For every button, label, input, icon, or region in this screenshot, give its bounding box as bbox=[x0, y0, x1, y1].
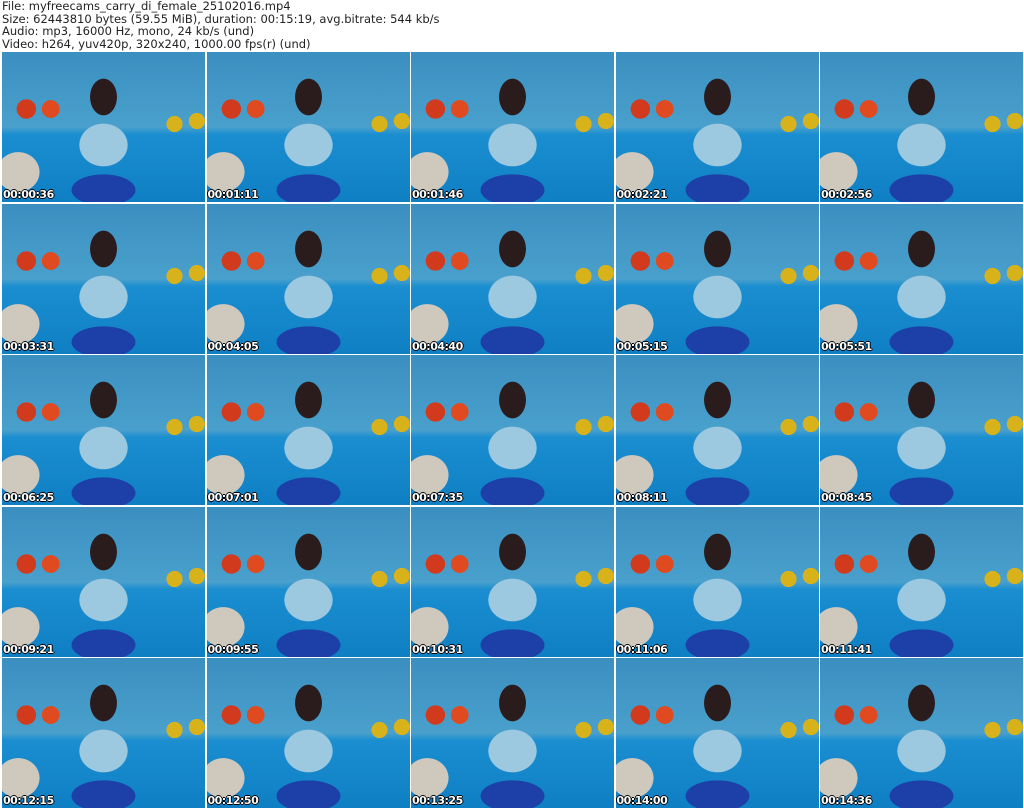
timestamp: 00:08:45 bbox=[821, 491, 872, 504]
timestamp: 00:14:36 bbox=[821, 794, 872, 807]
timestamp: 00:12:50 bbox=[207, 794, 259, 807]
timestamp: 00:03:31 bbox=[3, 339, 54, 353]
timestamp: 00:11:06 bbox=[616, 642, 668, 656]
timestamp: 00:09:21 bbox=[3, 642, 54, 656]
timestamp: 00:05:51 bbox=[821, 339, 872, 353]
timestamp: 00:10:31 bbox=[412, 642, 463, 656]
timestamp: 00:12:15 bbox=[3, 794, 54, 807]
video-thumbnail: 00:10:31 bbox=[411, 506, 614, 657]
video-info: Video: h264, yuv420p, 320x240, 1000.00 f… bbox=[2, 36, 311, 51]
timestamp: 00:06:25 bbox=[3, 491, 54, 504]
video-thumbnail: 00:04:05 bbox=[206, 203, 410, 354]
video-thumbnail: 00:08:45 bbox=[820, 355, 1023, 505]
video-thumbnail: 00:02:56 bbox=[820, 52, 1023, 202]
audio-info: Audio: mp3, 16000 Hz, mono, 24 kb/s (und… bbox=[2, 24, 255, 38]
video-thumbnail: 00:11:41 bbox=[820, 506, 1023, 657]
video-thumbnail: 00:11:06 bbox=[615, 506, 819, 657]
video-thumbnail: 00:07:35 bbox=[411, 355, 614, 505]
timestamp: 00:01:46 bbox=[412, 188, 463, 201]
file-name: File: myfreecams_carry_di_female_2510201… bbox=[2, 0, 291, 13]
timestamp: 00:13:25 bbox=[412, 794, 463, 807]
timestamp: 00:08:11 bbox=[616, 491, 668, 504]
timestamp: 00:02:21 bbox=[616, 188, 668, 201]
video-thumbnail: 00:14:36 bbox=[820, 658, 1023, 808]
video-thumbnail: 00:06:25 bbox=[2, 355, 205, 505]
video-thumbnail: 00:01:46 bbox=[411, 52, 614, 202]
video-thumbnail: 00:00:36 bbox=[2, 52, 205, 202]
video-thumbnail: 00:07:01 bbox=[206, 355, 410, 505]
video-thumbnail: 00:04:40 bbox=[411, 203, 614, 354]
thumbnail-grid: 00:00:36 00:01:11 00:01:46 00:02:21 00:02:56… bbox=[2, 52, 1023, 808]
video-thumbnail: 00:09:21 bbox=[2, 506, 205, 657]
timestamp: 00:04:05 bbox=[207, 339, 259, 353]
video-thumbnail: 00:13:25 bbox=[411, 658, 614, 808]
video-thumbnail: 00:12:15 bbox=[2, 658, 205, 808]
video-thumbnail: 00:08:11 bbox=[615, 355, 819, 505]
timestamp: 00:07:35 bbox=[412, 491, 463, 504]
video-thumbnail: 00:05:51 bbox=[820, 203, 1023, 354]
timestamp: 00:01:11 bbox=[207, 188, 259, 201]
video-thumbnail: 00:14:00 bbox=[615, 658, 819, 808]
timestamp: 00:02:56 bbox=[821, 188, 872, 201]
video-thumbnail: 00:02:21 bbox=[615, 52, 819, 202]
timestamp: 00:09:55 bbox=[207, 642, 259, 656]
timestamp: 00:07:01 bbox=[207, 491, 259, 504]
timestamp: 00:04:40 bbox=[412, 339, 463, 353]
video-thumbnail: 00:05:15 bbox=[615, 203, 819, 354]
video-thumbnail: 00:12:50 bbox=[206, 658, 410, 808]
video-thumbnail: 00:01:11 bbox=[206, 52, 410, 202]
timestamp: 00:00:36 bbox=[3, 188, 54, 201]
video-thumbnail: 00:03:31 bbox=[2, 203, 205, 354]
timestamp: 00:14:00 bbox=[616, 794, 668, 807]
file-info-header: File: myfreecams_carry_di_female_2510201… bbox=[2, 0, 440, 50]
timestamp: 00:11:41 bbox=[821, 642, 872, 656]
video-thumbnail: 00:09:55 bbox=[206, 506, 410, 657]
timestamp: 00:05:15 bbox=[616, 339, 668, 353]
